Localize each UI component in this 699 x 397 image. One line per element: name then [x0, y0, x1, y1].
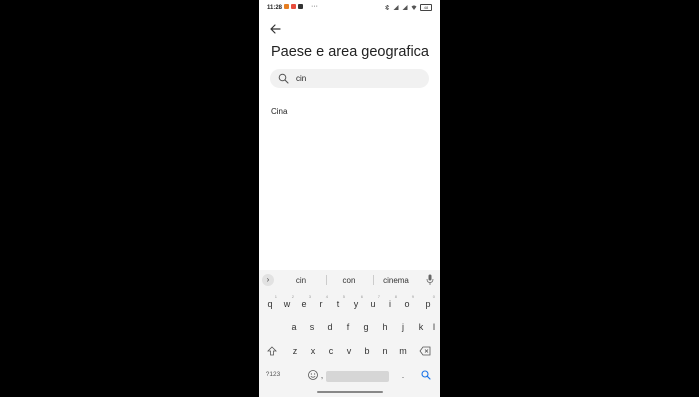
period-key[interactable]: . — [399, 366, 407, 384]
key-m[interactable]: m — [395, 342, 411, 360]
key-d[interactable]: d — [322, 318, 338, 336]
divider — [373, 275, 374, 285]
signal-icon — [393, 5, 399, 10]
microphone-icon[interactable] — [426, 274, 434, 286]
key-x[interactable]: x — [305, 342, 321, 360]
phone-screen: 11:28 ··· 48 Paese e area geografica Cin… — [259, 0, 440, 397]
key-b[interactable]: b — [359, 342, 375, 360]
space-bar[interactable] — [326, 371, 389, 382]
key-z[interactable]: z — [287, 342, 303, 360]
status-right: 48 — [384, 4, 432, 11]
symbols-key[interactable]: ?123 — [263, 366, 283, 384]
key-r[interactable]: r4 — [313, 294, 329, 313]
divider — [326, 275, 327, 285]
back-arrow-icon[interactable] — [268, 22, 282, 36]
suggestion-strip: › cin con cinema — [259, 270, 440, 290]
status-bar: 11:28 ··· 48 — [259, 0, 440, 16]
key-s[interactable]: s — [304, 318, 320, 336]
key-g[interactable]: g — [358, 318, 374, 336]
app-notification-icon — [298, 4, 303, 9]
more-notifications-icon: ··· — [311, 3, 318, 10]
key-h[interactable]: h — [377, 318, 393, 336]
home-indicator[interactable] — [317, 391, 383, 393]
search-bar[interactable] — [270, 69, 429, 88]
key-t[interactable]: t5 — [330, 294, 346, 313]
result-item-cina[interactable]: Cina — [271, 107, 287, 116]
key-row-4: ?123 , . — [259, 366, 440, 384]
key-c[interactable]: c — [323, 342, 339, 360]
key-row-2: a s d f g h j k l — [259, 318, 440, 336]
suggestion-word[interactable]: con — [329, 276, 369, 285]
app-notification-icon — [284, 4, 289, 9]
search-key-icon[interactable] — [421, 370, 431, 380]
bluetooth-icon — [385, 5, 390, 10]
expand-chevron-icon[interactable]: › — [262, 274, 274, 286]
search-input[interactable] — [296, 71, 416, 86]
key-row-3: z x c v b n m — [259, 342, 440, 360]
signal-icon — [402, 5, 408, 10]
key-v[interactable]: v — [341, 342, 357, 360]
keyboard: › cin con cinema q1 w2 e3 r4 t5 y6 u7 i8… — [259, 270, 440, 397]
battery-icon: 48 — [420, 4, 432, 11]
backspace-icon[interactable] — [419, 346, 431, 356]
key-n[interactable]: n — [377, 342, 393, 360]
suggestion-word[interactable]: cin — [281, 276, 321, 285]
status-time: 11:28 — [267, 5, 283, 11]
key-l[interactable]: l — [429, 318, 439, 336]
search-icon — [278, 73, 289, 84]
key-p[interactable]: p0 — [420, 294, 436, 313]
key-q[interactable]: q1 — [262, 294, 278, 313]
comma-key[interactable]: , — [318, 366, 326, 384]
key-i[interactable]: i8 — [382, 294, 398, 313]
notification-icons — [284, 4, 303, 9]
app-notification-icon — [291, 4, 296, 9]
key-y[interactable]: y6 — [348, 294, 364, 313]
key-f[interactable]: f — [340, 318, 356, 336]
key-a[interactable]: a — [286, 318, 302, 336]
key-w[interactable]: w2 — [279, 294, 295, 313]
key-e[interactable]: e3 — [296, 294, 312, 313]
key-o[interactable]: o9 — [399, 294, 415, 313]
key-u[interactable]: u7 — [365, 294, 381, 313]
key-j[interactable]: j — [395, 318, 411, 336]
key-row-1: q1 w2 e3 r4 t5 y6 u7 i8 o9 p0 — [259, 294, 440, 313]
wifi-icon — [411, 5, 417, 10]
key-k[interactable]: k — [413, 318, 429, 336]
page-title: Paese e area geografica — [271, 44, 429, 60]
shift-icon[interactable] — [267, 346, 277, 356]
suggestion-word[interactable]: cinema — [376, 276, 416, 285]
